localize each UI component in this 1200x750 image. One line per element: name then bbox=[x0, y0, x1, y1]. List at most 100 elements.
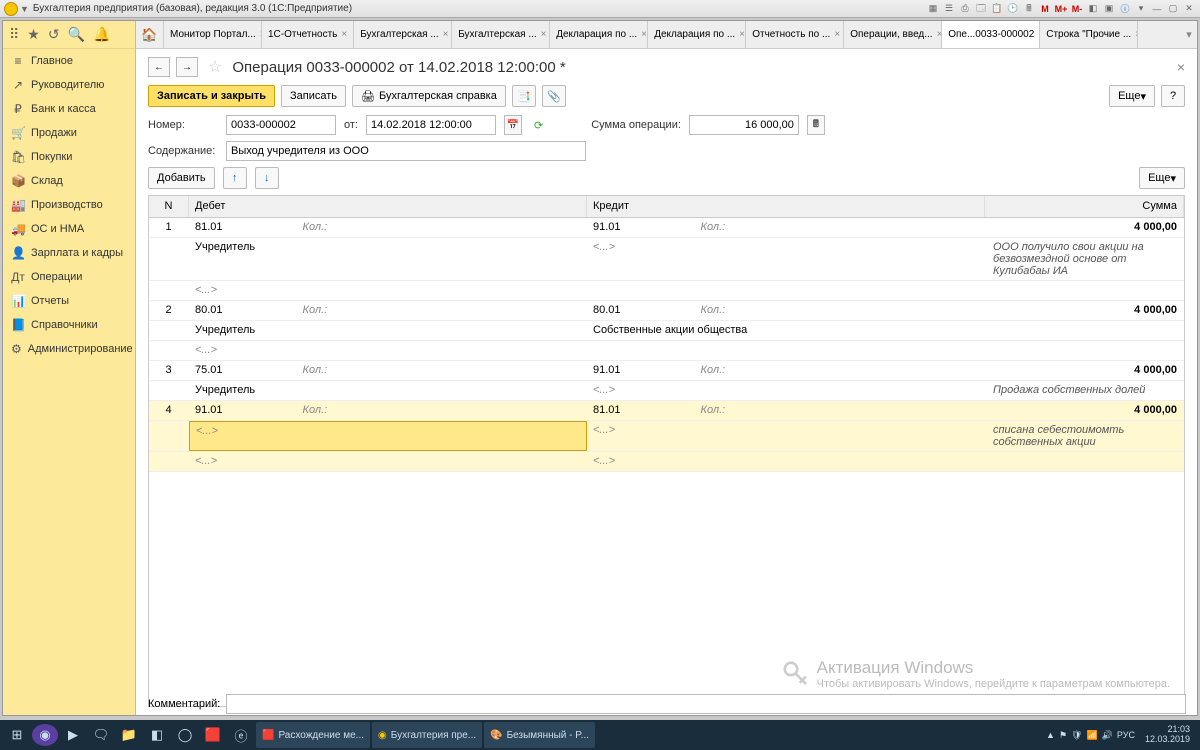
sidebar-item[interactable]: 📘Справочники bbox=[3, 313, 135, 337]
sidebar-item[interactable]: ≡Главное bbox=[3, 49, 135, 73]
tray-icon[interactable]: ⚑ bbox=[1059, 730, 1067, 741]
table-row[interactable]: УчредительСобственные акции общества bbox=[149, 321, 1184, 341]
taskbar-task[interactable]: 🎨 Безымянный - P... bbox=[484, 722, 595, 748]
ie-icon[interactable]: ⓔ bbox=[228, 722, 254, 748]
col-header-credit[interactable]: Кредит bbox=[587, 196, 985, 217]
sidebar-item[interactable]: 🛍Покупки bbox=[3, 145, 135, 169]
tab[interactable]: Монитор Портал...× bbox=[164, 21, 262, 48]
toolbar-icon[interactable]: 🖩 bbox=[1022, 2, 1036, 16]
taskbar-task[interactable]: 🟥 Расхождение ме... bbox=[256, 722, 370, 748]
add-row-button[interactable]: Добавить bbox=[148, 167, 215, 189]
calendar-icon[interactable]: 📅 bbox=[504, 115, 522, 135]
sidebar-item[interactable]: ДтОперации bbox=[3, 265, 135, 289]
sidebar-item[interactable]: ⚙Администрирование bbox=[3, 337, 135, 361]
col-header-debit[interactable]: Дебет bbox=[189, 196, 587, 217]
table-row[interactable]: 375.01Кол.:91.01Кол.:4 000,00 bbox=[149, 361, 1184, 381]
table-row[interactable]: <...><...>списана себестоимомть собствен… bbox=[149, 421, 1184, 452]
tab-close-icon[interactable]: × bbox=[443, 29, 449, 40]
sidebar-item[interactable]: 🛒Продажи bbox=[3, 121, 135, 145]
help-button[interactable]: ? bbox=[1161, 85, 1185, 107]
tray-lang[interactable]: РУС bbox=[1117, 730, 1135, 740]
tabs-dropdown[interactable]: ▾ bbox=[1181, 21, 1197, 48]
tab[interactable]: Отчетность по ...× bbox=[746, 21, 844, 48]
search-icon[interactable]: 🔍 bbox=[68, 26, 85, 43]
print-button[interactable]: 🖨 Бухгалтерская справка bbox=[352, 85, 506, 107]
grid-more-button[interactable]: Еще ▾ bbox=[1139, 167, 1185, 189]
sidebar-item[interactable]: 📦Склад bbox=[3, 169, 135, 193]
tab-close-icon[interactable]: × bbox=[641, 29, 647, 40]
tab-close-icon[interactable]: × bbox=[341, 29, 347, 40]
tab[interactable]: Опе...0033-000002× bbox=[942, 21, 1040, 48]
content-input[interactable] bbox=[226, 141, 586, 161]
number-input[interactable] bbox=[226, 115, 336, 135]
clip-button[interactable]: 📎 bbox=[542, 85, 566, 107]
table-row[interactable]: Учредитель<...>Продажа собственных долей bbox=[149, 381, 1184, 401]
app-menu-dropdown[interactable]: ▼ bbox=[20, 4, 29, 14]
tab[interactable]: Декларация по ...× bbox=[550, 21, 648, 48]
comment-input[interactable] bbox=[226, 694, 1186, 714]
sidebar-item[interactable]: 🏭Производство bbox=[3, 193, 135, 217]
tray-icon[interactable]: 🔊 bbox=[1102, 730, 1113, 741]
sidebar-item[interactable]: ↗Руководителю bbox=[3, 73, 135, 97]
taskbar-icon[interactable]: 🗨 bbox=[88, 722, 114, 748]
table-row[interactable]: 181.01Кол.:91.01Кол.:4 000,00 bbox=[149, 218, 1184, 238]
tab[interactable]: Операции, введ...× bbox=[844, 21, 942, 48]
taskbar-icon[interactable]: 🟥 bbox=[200, 722, 226, 748]
tab[interactable]: 1С-Отчетность× bbox=[262, 21, 354, 48]
maximize-icon[interactable]: ▢ bbox=[1166, 2, 1180, 16]
sidebar-item[interactable]: ₽Банк и касса bbox=[3, 97, 135, 121]
col-header-n[interactable]: N bbox=[149, 196, 189, 217]
attach-button[interactable]: 📑 bbox=[512, 85, 536, 107]
calc-icon[interactable]: 🖩 bbox=[807, 115, 825, 135]
apps-icon[interactable]: ⠿ bbox=[9, 26, 19, 43]
toolbar-icon[interactable]: 🗔 bbox=[974, 2, 988, 16]
close-document-icon[interactable]: × bbox=[1177, 59, 1185, 75]
taskbar-icon[interactable]: ▶ bbox=[60, 722, 86, 748]
more-button[interactable]: Еще ▾ bbox=[1109, 85, 1155, 107]
taskbar-task[interactable]: ◉ Бухгалтерия пре... bbox=[372, 722, 482, 748]
explorer-icon[interactable]: 📁 bbox=[116, 722, 142, 748]
move-up-button[interactable]: ↑ bbox=[223, 167, 247, 189]
tab-close-icon[interactable]: × bbox=[541, 29, 547, 40]
tab-close-icon[interactable]: × bbox=[1135, 29, 1138, 40]
date-input[interactable] bbox=[366, 115, 496, 135]
col-header-sum[interactable]: Сумма bbox=[985, 196, 1184, 217]
toolbar-icon[interactable]: ☰ bbox=[942, 2, 956, 16]
table-row[interactable]: <...> bbox=[149, 341, 1184, 361]
start-button[interactable]: ⊞ bbox=[4, 722, 30, 748]
nav-forward-button[interactable]: → bbox=[176, 57, 198, 77]
chrome-icon[interactable]: ◯ bbox=[172, 722, 198, 748]
sum-input[interactable] bbox=[689, 115, 799, 135]
tab[interactable]: Бухгалтерская ...× bbox=[452, 21, 550, 48]
toolbar-icon[interactable]: 🕒 bbox=[1006, 2, 1020, 16]
toolbar-icon[interactable]: ▦ bbox=[926, 2, 940, 16]
sidebar-item[interactable]: 🚚ОС и НМА bbox=[3, 217, 135, 241]
minimize-icon[interactable]: — bbox=[1150, 2, 1164, 16]
info-icon[interactable]: ⓘ bbox=[1118, 2, 1132, 16]
refresh-icon[interactable]: ⟳ bbox=[534, 119, 543, 132]
history-icon[interactable]: ↺ bbox=[48, 26, 60, 43]
tray-icon[interactable]: ▲ bbox=[1046, 730, 1055, 740]
toolbar-icon[interactable]: 📋 bbox=[990, 2, 1004, 16]
toolbar-icon[interactable]: ▣ bbox=[1102, 2, 1116, 16]
m-minus-icon[interactable]: M bbox=[1038, 2, 1052, 16]
taskbar-icon[interactable]: ◧ bbox=[144, 722, 170, 748]
tray-icon[interactable]: 🛡 bbox=[1071, 730, 1082, 741]
tab-close-icon[interactable]: × bbox=[834, 29, 840, 40]
dropdown-icon[interactable]: ▾ bbox=[1134, 2, 1148, 16]
home-tab[interactable]: 🏠 bbox=[136, 21, 164, 48]
favorite-icon[interactable]: ☆ bbox=[208, 57, 222, 77]
toolbar-icon[interactable]: ◧ bbox=[1086, 2, 1100, 16]
table-row[interactable]: <...> bbox=[149, 281, 1184, 301]
tab[interactable]: Бухгалтерская ...× bbox=[354, 21, 452, 48]
tray-icon[interactable]: 📶 bbox=[1086, 730, 1097, 741]
star-icon[interactable]: ★ bbox=[27, 26, 40, 43]
sidebar-item[interactable]: 📊Отчеты bbox=[3, 289, 135, 313]
table-row[interactable]: Учредитель<...>ООО получило свои акции н… bbox=[149, 238, 1184, 281]
m-icon[interactable]: M- bbox=[1070, 2, 1084, 16]
toolbar-icon[interactable]: ⎙ bbox=[958, 2, 972, 16]
move-down-button[interactable]: ↓ bbox=[255, 167, 279, 189]
m-plus-icon[interactable]: M+ bbox=[1054, 2, 1068, 16]
nav-back-button[interactable]: ← bbox=[148, 57, 170, 77]
save-button[interactable]: Записать bbox=[281, 85, 346, 107]
